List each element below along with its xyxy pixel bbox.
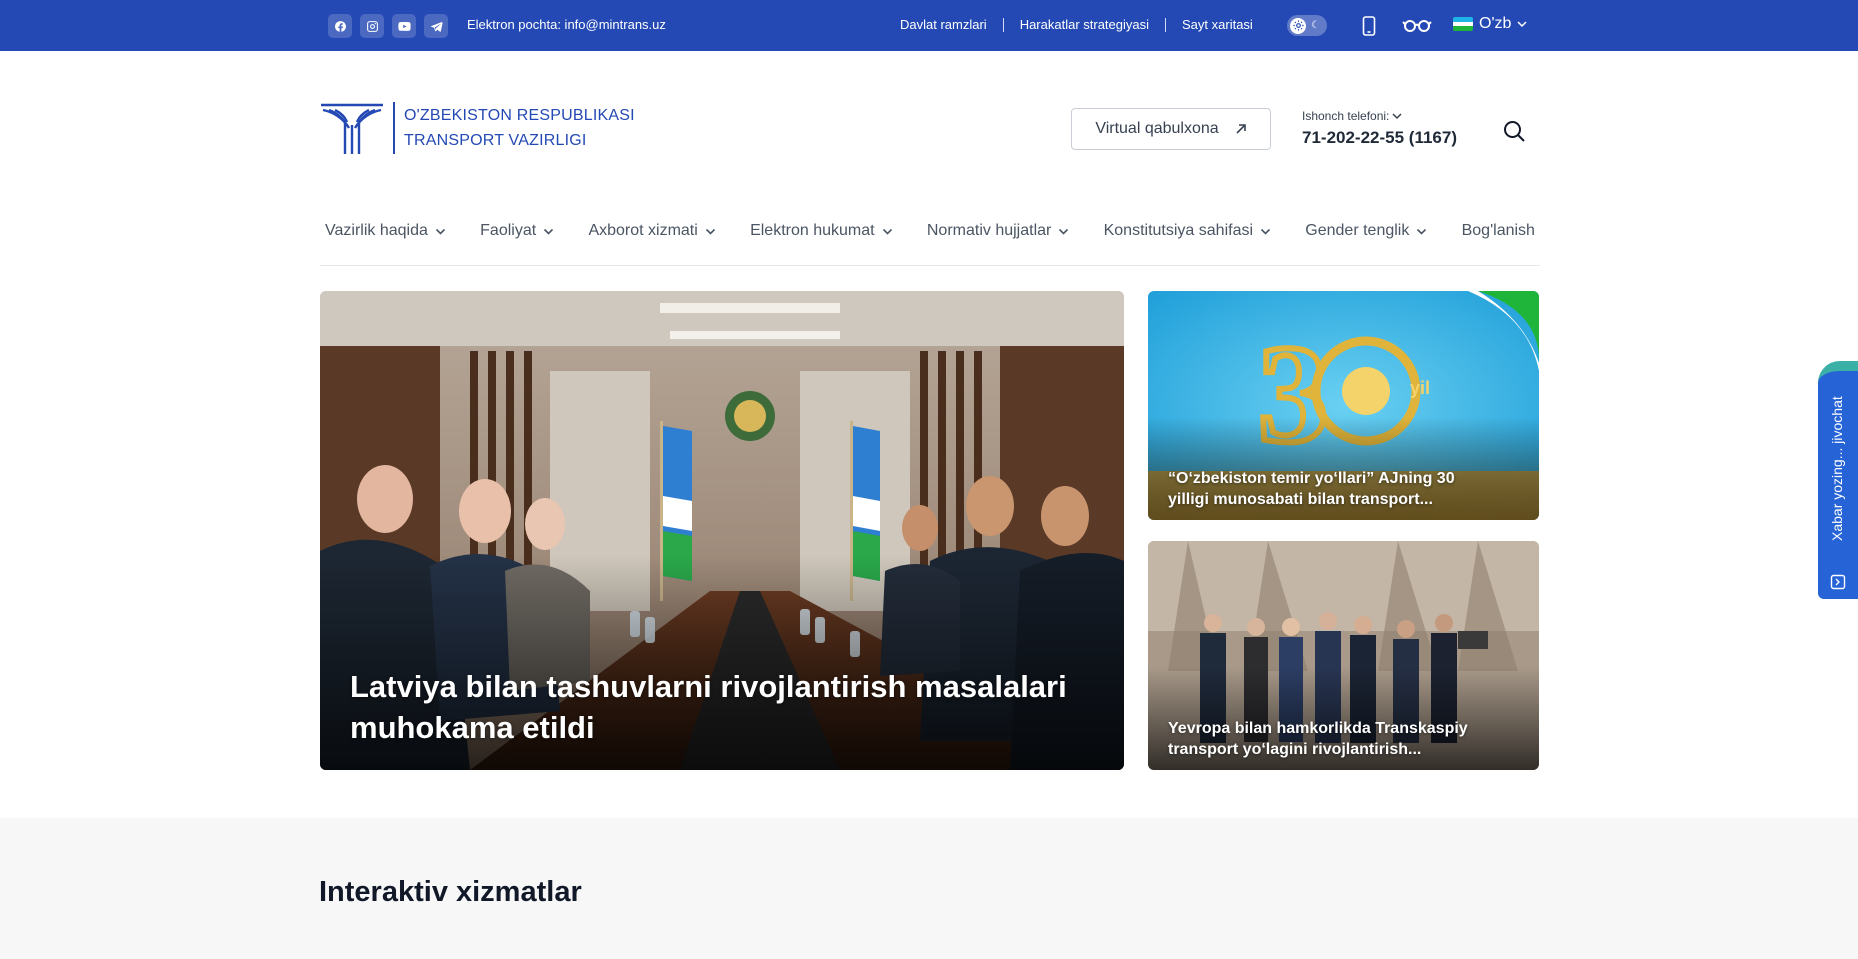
nav-item-vazirlik-haqida[interactable]: Vazirlik haqida	[325, 222, 446, 240]
ministry-emblem-icon	[321, 103, 383, 154]
contact-email[interactable]: Elektron pochta: info@mintrans.uz	[467, 17, 666, 32]
hotline-label-row: Ishonch telefoni:	[1302, 109, 1457, 123]
language-selector[interactable]: O'zb	[1453, 15, 1527, 33]
interactive-services-section: Interaktiv xizmatlar	[0, 818, 1858, 959]
top-links: Davlat ramzlari Harakatlar strategiyasi …	[900, 17, 1253, 32]
nav-item-konstitutsiya-sahifasi[interactable]: Konstitutsiya sahifasi	[1104, 222, 1271, 240]
divider	[1165, 17, 1167, 32]
theme-toggle[interactable]: ☾	[1287, 15, 1327, 36]
nav-item-axborot-xizmati[interactable]: Axborot xizmati	[588, 222, 715, 240]
nav-label: Bog'lanish	[1461, 222, 1535, 239]
chevron-down-icon	[1392, 112, 1402, 119]
side-news-title-2: Yevropa bilan hamkorlikda Transkaspiy tr…	[1168, 720, 1468, 758]
chevron-down-icon	[1417, 228, 1427, 235]
moon-icon: ☾	[1311, 20, 1320, 31]
sun-icon	[1290, 17, 1306, 34]
telegram-icon[interactable]	[424, 14, 448, 38]
search-icon[interactable]	[1502, 119, 1526, 148]
logo-line-1: O'ZBEKISTON RESPUBLIKASI	[404, 107, 635, 124]
hotline-number: 71-202-22-55 (1167)	[1302, 128, 1458, 147]
link-sayt-xaritasi[interactable]: Sayt xaritasi	[1182, 17, 1253, 32]
nav-item-normativ-hujjatlar[interactable]: Normativ hujjatlar	[927, 222, 1069, 240]
hotline[interactable]: Ishonch telefoni: 71-202-22-55 (1167)	[1302, 109, 1457, 148]
nav-label: Vazirlik haqida	[325, 222, 428, 239]
side-news-title-1: “O‘zbekiston temir yo‘llari” AJning 30 y…	[1168, 470, 1455, 508]
link-harakatlar-strategiyasi[interactable]: Harakatlar strategiyasi	[1020, 17, 1149, 32]
nav-label: Konstitutsiya sahifasi	[1103, 222, 1254, 239]
side-news-card-2[interactable]: Yevropa bilan hamkorlikda Transkaspiy tr…	[1148, 541, 1539, 770]
ministry-logo[interactable]: O'ZBEKISTON RESPUBLIKASI TRANSPORT VAZIR…	[319, 101, 635, 155]
divider	[1002, 17, 1004, 32]
youtube-icon[interactable]	[392, 14, 416, 38]
nav-label: Normativ hujjatlar	[926, 222, 1052, 239]
uzbekistan-flag-icon	[1453, 17, 1473, 31]
chat-widget-label: Xabar yozing... jivochat	[1829, 396, 1845, 541]
chevron-down-icon	[1059, 228, 1069, 235]
chevron-down-icon	[1260, 228, 1271, 235]
arrow-up-right-icon	[1236, 124, 1246, 134]
main-news-title: Latviya bilan tashuvlarni rivojlantirish…	[350, 669, 1067, 745]
virtual-reception-button[interactable]: Virtual qabulxona	[1071, 108, 1271, 150]
mobile-version-icon[interactable]	[1362, 16, 1376, 41]
facebook-icon[interactable]	[328, 14, 352, 38]
chevron-down-icon	[705, 228, 715, 235]
nav-label: Faoliyat	[480, 222, 537, 239]
virtual-reception-label: Virtual qabulxona	[1095, 120, 1219, 137]
logo-text: O'ZBEKISTON RESPUBLIKASI TRANSPORT VAZIR…	[404, 103, 635, 153]
nav-item-faoliyat[interactable]: Faoliyat	[480, 222, 554, 240]
chevron-down-icon	[435, 228, 445, 235]
social-links	[328, 14, 448, 38]
nav-label: Gender tenglik	[1305, 222, 1410, 239]
top-bar: Elektron pochta: info@mintrans.uz Davlat…	[0, 0, 1858, 51]
chevron-down-icon	[1517, 20, 1527, 27]
link-davlat-ramzlari[interactable]: Davlat ramzlari	[900, 17, 987, 32]
chat-widget-tab[interactable]: Xabar yozing... jivochat	[1818, 361, 1858, 599]
side-news-card-1[interactable]: 3 yil “O‘zbekiston temir yo‘llari” AJnin…	[1148, 291, 1539, 520]
nav-item-boglanish[interactable]: Bog'lanish	[1462, 222, 1535, 240]
nav-label: Axborot xizmati	[588, 222, 698, 239]
chevron-down-icon	[882, 228, 892, 235]
nav-label: Elektron hukumat	[750, 222, 875, 239]
chat-icon	[1830, 574, 1846, 595]
chevron-down-icon	[544, 228, 554, 235]
logo-divider	[393, 102, 395, 154]
section-title: Interaktiv xizmatlar	[319, 876, 582, 908]
instagram-icon[interactable]	[360, 14, 384, 38]
nav-item-elektron-hukumat[interactable]: Elektron hukumat	[750, 222, 893, 240]
accessibility-glasses-icon[interactable]	[1402, 18, 1432, 37]
nav-item-gender-tenglik[interactable]: Gender tenglik	[1305, 222, 1427, 240]
main-navigation: Vazirlik haqida Faoliyat Axborot xizmati…	[320, 222, 1540, 266]
language-label: O'zb	[1479, 15, 1512, 32]
logo-line-2: TRANSPORT VAZIRLIGI	[404, 132, 587, 149]
main-news-card[interactable]: Latviya bilan tashuvlarni rivojlantirish…	[320, 291, 1124, 770]
hotline-label: Ishonch telefoni:	[1302, 109, 1390, 123]
